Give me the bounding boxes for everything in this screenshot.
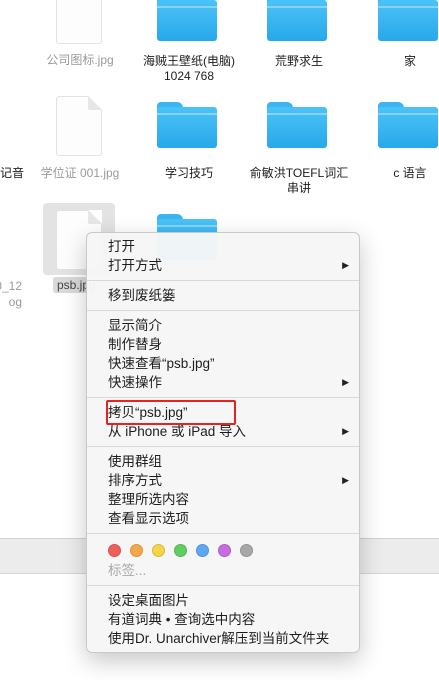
- menu-item-unarchiver[interactable]: 使用Dr. Unarchiver解压到当前文件夹: [87, 629, 359, 648]
- menu-item-sort-by[interactable]: 排序方式 ▶: [87, 471, 359, 490]
- folder-icon: [157, 102, 217, 148]
- folder-icon: [157, 0, 217, 41]
- menu-item-clean-up-selection[interactable]: 整理所选内容: [87, 490, 359, 509]
- menu-item-move-to-trash[interactable]: 移到废纸篓: [87, 286, 359, 305]
- menu-separator: [87, 585, 359, 586]
- menu-item-show-view-options[interactable]: 查看显示选项: [87, 509, 359, 528]
- context-menu: 打开 打开方式 ▶ 移到废纸篓 显示简介 制作替身 快速查看“psb.jpg” 快…: [86, 232, 360, 653]
- file-label: 海贼王壁纸(电脑) 1024 768: [143, 54, 235, 83]
- image-file-icon: [56, 96, 102, 156]
- tag-orange-dot[interactable]: [130, 543, 143, 557]
- file-label: c 语言: [393, 166, 427, 180]
- folder-icon: [378, 102, 438, 148]
- menu-item-quick-actions[interactable]: 快速操作 ▶: [87, 373, 359, 392]
- submenu-arrow-icon: ▶: [342, 260, 349, 270]
- menu-item-tags[interactable]: 标签...: [87, 561, 359, 580]
- menu-item-get-info[interactable]: 显示简介: [87, 316, 359, 335]
- menu-item-open[interactable]: 打开: [87, 237, 359, 256]
- file-label: 学位证 001.jpg: [40, 166, 120, 180]
- file-label: 公司图标.jpg: [46, 53, 114, 67]
- menu-separator: [87, 397, 359, 398]
- menu-separator: [87, 446, 359, 447]
- submenu-arrow-icon: ▶: [342, 426, 349, 436]
- menu-item-set-desktop-picture[interactable]: 设定桌面图片: [87, 591, 359, 610]
- folder-icon: [378, 0, 438, 41]
- tag-gray-dot[interactable]: [240, 543, 253, 557]
- menu-item-use-groups[interactable]: 使用群组: [87, 452, 359, 471]
- menu-item-open-with[interactable]: 打开方式 ▶: [87, 256, 359, 275]
- annotation-highlight-box: [106, 400, 236, 425]
- folder-icon: [267, 0, 327, 41]
- tag-purple-dot[interactable]: [218, 543, 231, 557]
- menu-item-youdao-lookup[interactable]: 有道词典 • 查询选中内容: [87, 610, 359, 629]
- menu-separator: [87, 280, 359, 281]
- image-file-icon: [56, 0, 102, 44]
- menu-separator: [87, 310, 359, 311]
- tag-blue-dot[interactable]: [196, 543, 209, 557]
- file-label: 荒野求生: [274, 54, 323, 68]
- menu-item-make-alias[interactable]: 制作替身: [87, 335, 359, 354]
- tag-red-dot[interactable]: [108, 543, 121, 557]
- submenu-arrow-icon: ▶: [342, 475, 349, 485]
- tag-green-dot[interactable]: [174, 543, 187, 557]
- submenu-arrow-icon: ▶: [342, 377, 349, 387]
- folder-icon: [267, 102, 327, 148]
- tag-color-row: [87, 539, 359, 561]
- file-label: 0_12 og: [0, 279, 22, 309]
- file-label: 俞敏洪TOEFL词汇 串讲: [249, 166, 349, 195]
- file-label: 学习技巧: [164, 166, 213, 180]
- file-label: 家: [403, 54, 416, 68]
- menu-item-quick-look[interactable]: 快速查看“psb.jpg”: [87, 354, 359, 373]
- tag-yellow-dot[interactable]: [152, 543, 165, 557]
- menu-separator: [87, 533, 359, 534]
